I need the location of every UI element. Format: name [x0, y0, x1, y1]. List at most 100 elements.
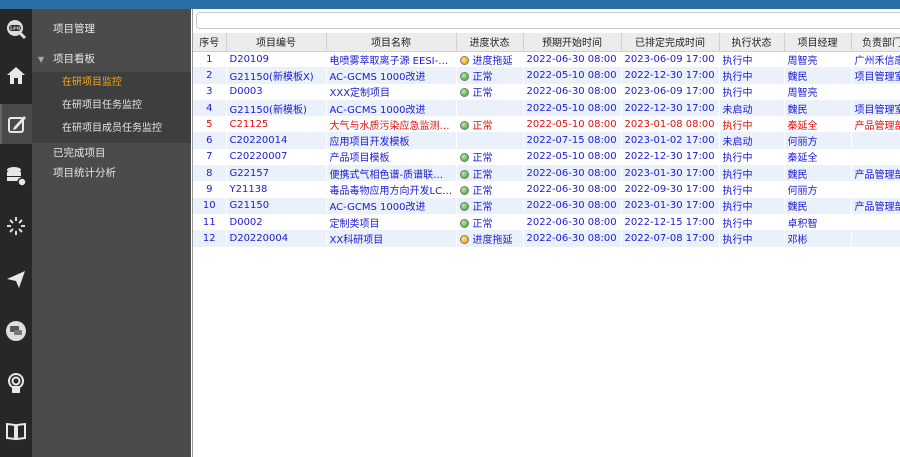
table-row[interactable]: 11 D0002 定制类项目 正常 2022-06-30 08:00 2022-12-15…: [193, 213, 900, 231]
sidebar-item-statistics[interactable]: 项目统计分析: [32, 162, 191, 184]
cell-col-project-code: D20220004: [226, 230, 327, 247]
cell-text: 项目管理室: [854, 104, 900, 116]
status-dot-icon: [459, 153, 469, 163]
cell-col-project-code: G22157: [226, 165, 327, 182]
table-row[interactable]: 7 C20220007 产品项目模板 正常 2022-05-10 08:00 2022-1…: [193, 148, 900, 166]
sidebar-item-project-management[interactable]: 项目管理: [32, 18, 191, 40]
book-icon[interactable]: [0, 411, 32, 451]
cell-col-scheduled-finish: 2022-12-30 17:00: [621, 67, 720, 84]
cell-text: 执行中: [722, 55, 753, 67]
cell-col-planned-start: 2022-06-30 08:00: [523, 51, 622, 68]
sidebar-item-task-monitor[interactable]: 在研项目任务监控: [32, 95, 191, 117]
cell-col-department: [851, 148, 900, 166]
status-dot-icon: [459, 234, 469, 244]
cell-col-project-name[interactable]: 应用项目开发模板: [326, 132, 457, 149]
cell-col-project-name[interactable]: AC-GCMS 1000改进: [326, 67, 457, 84]
cell-text: 魏民: [787, 202, 808, 214]
cell-text: 2023-01-08 08:00: [624, 118, 715, 130]
chat-icon[interactable]: [0, 311, 32, 351]
table-row[interactable]: 9 Y21138 毒品毒物应用方向开发LC-T... 正常 2022-06-30 08:…: [193, 181, 900, 198]
edit-icon[interactable]: [0, 104, 32, 144]
database-settings-icon[interactable]: [0, 156, 32, 196]
cell-col-index: 11: [193, 213, 227, 231]
sidebar-submenu: 在研项目监控 在研项目任务监控 在研项目成员任务监控: [32, 72, 191, 143]
cell-text: 广州禾信康: [854, 55, 900, 67]
cell-text: 2022-12-15 17:00: [624, 216, 715, 228]
cell-text: 正常: [472, 218, 493, 230]
cell-col-project-name[interactable]: 便携式气相色谱-质谱联用仪: [326, 165, 457, 182]
table-row[interactable]: 8 G22157 便携式气相色谱-质谱联用仪 正常 2022-06-30 08:00 20…: [193, 165, 900, 182]
header-col-manager[interactable]: 项目经理: [784, 33, 852, 52]
header-col-project-name[interactable]: 项目名称: [326, 33, 457, 52]
cell-col-exec-status: 执行中: [719, 148, 785, 166]
cell-text: 2: [206, 69, 213, 81]
cell-col-project-name[interactable]: AC-GCMS 1000改进: [326, 99, 457, 117]
cell-col-index: 7: [193, 148, 227, 166]
sidebar-item-active-project-monitor[interactable]: 在研项目监控: [32, 72, 191, 94]
cell-text: D0003: [229, 86, 263, 98]
cell-text: 执行中: [722, 186, 753, 198]
sidebar-item-project-board[interactable]: 项目看板: [32, 48, 191, 70]
cell-text: 魏民: [787, 71, 808, 83]
cell-text: 正常: [472, 88, 493, 100]
sipm-search-icon[interactable]: SIPM: [0, 9, 32, 49]
toolbar-input[interactable]: [196, 12, 900, 29]
header-col-scheduled-finish[interactable]: 已排定完成时间: [621, 33, 720, 52]
header-col-project-code[interactable]: 项目编号: [226, 33, 327, 52]
cell-col-progress: 正常: [456, 116, 524, 133]
table-row[interactable]: 3 D0003 XXX定制项目 正常 2022-06-30 08:00 2023-06-0…: [193, 83, 900, 100]
broadcast-icon[interactable]: [0, 363, 32, 403]
cell-col-project-name[interactable]: 电喷雾萃取离子源 EESI-10...: [326, 51, 457, 68]
cell-col-scheduled-finish: 2022-12-30 17:00: [621, 99, 720, 117]
table-row[interactable]: 5 C21125 大气与水质污染应急监测系... 正常 2022-05-10 08:00…: [193, 116, 900, 133]
cell-col-department: [851, 213, 900, 231]
cell-col-project-name[interactable]: 定制类项目: [326, 213, 457, 231]
cell-text: 2022-12-30 17:00: [624, 151, 715, 163]
cell-text: 2022-06-30 08:00: [526, 167, 617, 179]
sidebar-item-member-task-monitor[interactable]: 在研项目成员任务监控: [32, 118, 191, 140]
cell-text: 5: [206, 118, 213, 130]
sidebar-item-completed-projects[interactable]: 已完成项目: [32, 142, 191, 164]
cell-text: G21150: [229, 200, 270, 212]
cell-text: 11: [202, 216, 216, 228]
cell-col-index: 3: [193, 83, 227, 100]
table-row[interactable]: 10 G21150 AC-GCMS 1000改进 正常 2022-06-30 08:00…: [193, 197, 900, 214]
cell-col-department: 项目管理室: [851, 67, 900, 84]
header-col-department[interactable]: 负责部门: [851, 33, 900, 52]
table-row[interactable]: 12 D20220004 XX科研项目 进度拖延 2022-06-30 08:00 202…: [193, 230, 900, 247]
cell-col-project-name[interactable]: XXX定制项目: [326, 83, 457, 100]
cell-text: 9: [206, 184, 213, 196]
cell-text: 执行中: [722, 234, 753, 246]
cell-text: 7: [206, 151, 213, 163]
cell-text: 正常: [472, 120, 493, 132]
header-col-index[interactable]: 序号: [193, 33, 227, 52]
cell-text: 2022-12-30 17:00: [624, 69, 715, 81]
table-row[interactable]: 1 D20109 电喷雾萃取离子源 EESI-10... 进度拖延 2022-06-30…: [193, 51, 900, 68]
cell-col-project-name[interactable]: AC-GCMS 1000改进: [326, 197, 457, 214]
cell-col-project-name[interactable]: XX科研项目: [326, 230, 457, 247]
home-icon[interactable]: [0, 55, 32, 95]
cell-col-project-name[interactable]: 大气与水质污染应急监测系...: [326, 116, 457, 133]
cell-text: 8: [206, 167, 213, 179]
cell-col-index: 5: [193, 116, 227, 133]
cell-text: D0002: [229, 216, 263, 228]
cell-text: AC-GCMS 1000改进: [329, 202, 426, 214]
send-icon[interactable]: [0, 259, 32, 299]
cell-col-project-name[interactable]: 毒品毒物应用方向开发LC-T...: [326, 181, 457, 198]
table-row[interactable]: 6 C20220014 应用项目开发模板 2022-07-15 08:00 2023-0…: [193, 132, 900, 149]
table-row[interactable]: 4 G21150(新模板) AC-GCMS 1000改进 2022-05-10 08:…: [193, 99, 900, 117]
header-col-progress[interactable]: 进度状态: [456, 33, 524, 52]
header-col-exec-status[interactable]: 执行状态: [719, 33, 785, 52]
cell-text: 2022-07-08 17:00: [624, 232, 715, 244]
cell-col-exec-status: 未启动: [719, 132, 785, 149]
table-row[interactable]: 2 G21150(新模板X) AC-GCMS 1000改进 正常 2022-05-10 …: [193, 67, 900, 84]
header-col-planned-start[interactable]: 预期开始时间: [523, 33, 622, 52]
cell-text: 邓彬: [787, 234, 808, 246]
cell-col-scheduled-finish: 2022-09-30 17:00: [621, 181, 720, 198]
cell-col-project-name[interactable]: 产品项目模板: [326, 148, 457, 166]
cell-text: 2022-06-30 08:00: [526, 200, 617, 212]
cell-text: 2023-01-30 17:00: [624, 167, 715, 179]
loading-icon[interactable]: [0, 206, 32, 246]
cell-col-exec-status: 执行中: [719, 67, 785, 84]
cell-col-manager: 魏民: [784, 99, 852, 117]
